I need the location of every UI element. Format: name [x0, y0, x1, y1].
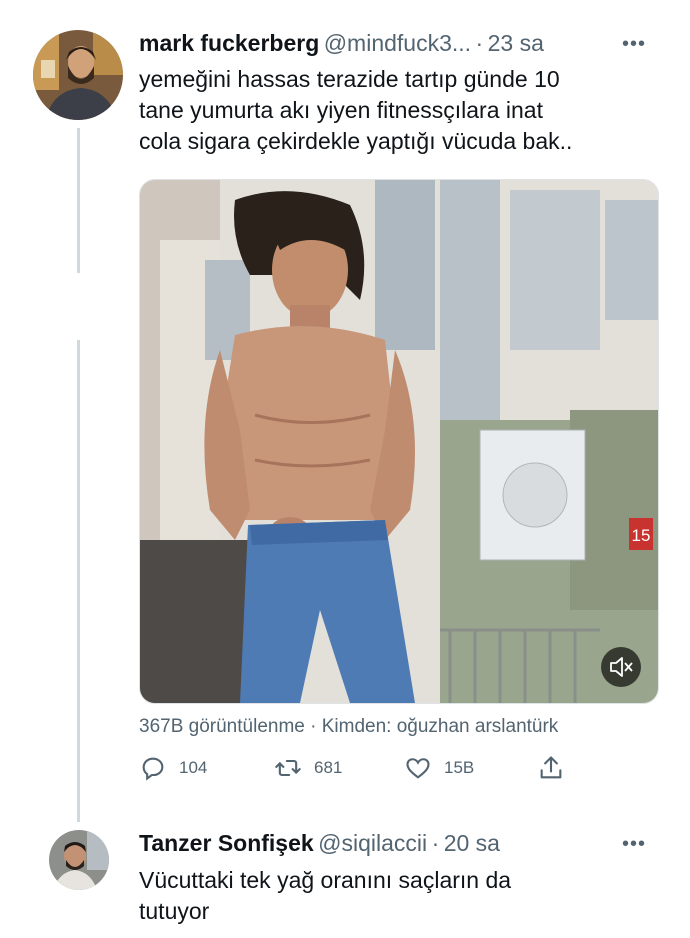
author-handle[interactable]: @mindfuck3...	[324, 30, 471, 56]
reply-author-handle[interactable]: @siqilaccii	[318, 830, 427, 856]
view-count-attribution[interactable]: 367B görüntülenme · Kimden: oğuzhan arsl…	[139, 716, 558, 738]
reply-button[interactable]: 104	[139, 754, 207, 782]
author-avatar[interactable]	[33, 30, 123, 120]
reply-header: Tanzer Sonfişek @siqilaccii · 20 sa	[139, 830, 500, 857]
retweet-icon	[275, 759, 301, 777]
tweet-header: mark fuckerberg @mindfuck3... · 23 sa	[139, 30, 544, 57]
tweet-text-line: yemeğini hassas terazide tartıp günde 10	[139, 66, 560, 92]
thread-connector-line	[77, 340, 80, 822]
reply-icon	[142, 757, 164, 781]
share-button[interactable]	[537, 754, 565, 782]
author-avatar-image	[33, 30, 123, 120]
reply-timestamp[interactable]: 20 sa	[444, 830, 500, 856]
heart-icon	[406, 758, 430, 779]
tweet-text-line: cola sigara çekirdekle yaptığı vücuda ba…	[139, 128, 573, 154]
reply-author-avatar[interactable]	[49, 830, 109, 890]
tweet-timestamp[interactable]: 23 sa	[488, 30, 544, 56]
reply-author-avatar-image	[49, 830, 109, 890]
reply-text-line: Vücuttaki tek yağ oranını saçların da	[139, 867, 512, 893]
thread-connector-line	[77, 128, 80, 273]
share-icon	[540, 756, 562, 779]
reply-text: Vücuttaki tek yağ oranını saçların da tu…	[139, 865, 511, 927]
reply-count: 104	[179, 758, 208, 777]
retweet-button[interactable]: 681	[274, 754, 342, 782]
separator-dot: ·	[475, 30, 484, 56]
retweet-count: 681	[314, 758, 343, 777]
author-name[interactable]: mark fuckerberg	[139, 30, 319, 56]
tweet-actions-bar: 104 681 15B	[139, 754, 579, 794]
reply-text-line: tutuyor	[139, 898, 210, 924]
like-count: 15B	[444, 758, 475, 777]
tweet-text-line: tane yumurta akı yiyen fitnessçılara ina…	[139, 97, 543, 123]
tweet-text: yemeğini hassas terazide tartıp günde 10…	[139, 64, 572, 157]
tweet-video[interactable]: 15	[139, 179, 659, 704]
video-frame: 15	[140, 180, 658, 703]
reply-more-options-icon[interactable]: •••	[622, 833, 646, 856]
like-button[interactable]: 15B	[404, 754, 474, 782]
reply-author-name[interactable]: Tanzer Sonfişek	[139, 830, 314, 856]
building-number-text: 15	[632, 526, 651, 545]
separator-dot: ·	[431, 830, 440, 856]
mute-button[interactable]	[601, 647, 641, 687]
more-options-icon[interactable]: •••	[622, 33, 646, 56]
